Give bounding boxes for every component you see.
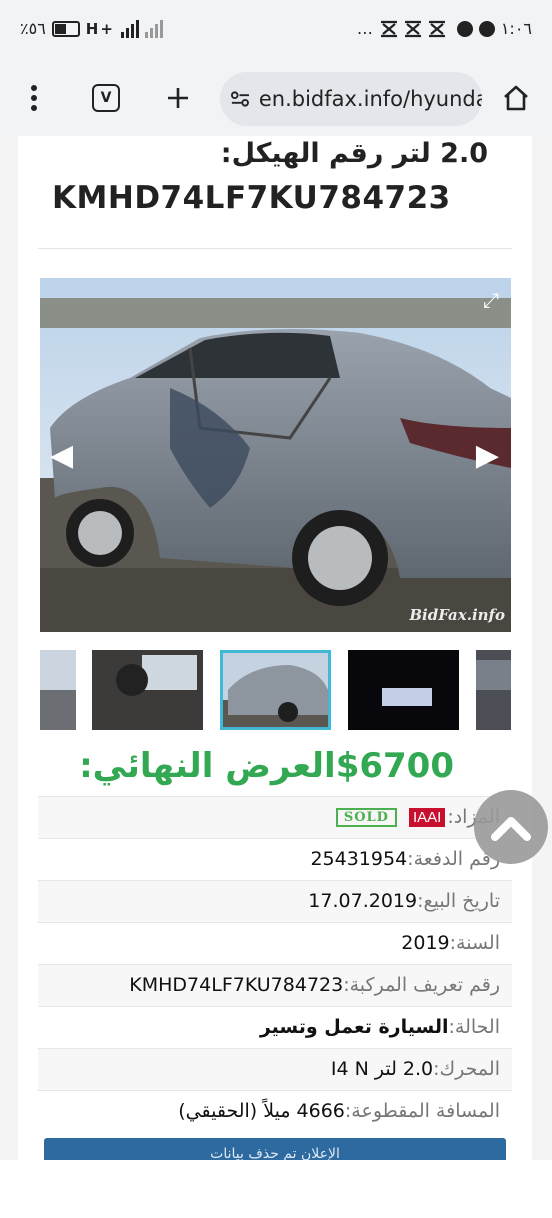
mileage-label: المسافة المقطوعة: xyxy=(344,1100,500,1122)
detail-row-condition: الحالة: السيارة تعمل وتسير xyxy=(38,1006,512,1048)
home-button[interactable] xyxy=(496,78,536,118)
divider xyxy=(38,248,512,249)
detail-row-vin: رقم تعريف المركبة: KMHD74LF7KU784723 xyxy=(38,964,512,1006)
engine-value: 2.0 لتر I4 N xyxy=(330,1058,434,1080)
url-text[interactable]: en.bidfax.info/hyundai xyxy=(259,87,482,111)
listing-card: 2.0 لتر رقم الهيكل: KMHD74LF7KU784723 ⤢ … xyxy=(18,136,532,1160)
prev-photo-arrow-icon[interactable]: ◀ xyxy=(50,438,73,473)
listing-vin-title: KMHD74LF7KU784723 xyxy=(52,180,451,216)
battery-icon xyxy=(51,20,80,37)
new-tab-button[interactable] xyxy=(158,78,198,118)
thumbnail-3[interactable] xyxy=(220,650,331,730)
address-bar[interactable]: en.bidfax.info/hyundai xyxy=(220,72,482,126)
thumbnail-2[interactable] xyxy=(92,650,203,730)
chevron-up-icon xyxy=(491,817,531,841)
messenger-icon xyxy=(478,20,495,37)
page-content: 2.0 لتر رقم الهيكل: KMHD74LF7KU784723 ⤢ … xyxy=(0,136,552,1160)
menu-dots-icon[interactable] xyxy=(14,78,54,118)
thumbnail-4[interactable] xyxy=(348,650,459,730)
detail-row-mileage: المسافة المقطوعة: 4666 ميلاً (الحقيقي) xyxy=(38,1090,512,1132)
final-offer-label: العرض النهائي: xyxy=(79,746,336,786)
vpn-button[interactable]: V xyxy=(86,78,126,118)
app-notification-icon xyxy=(456,20,473,37)
scroll-to-top-button[interactable] xyxy=(474,790,548,864)
lot-value: 25431954 xyxy=(310,848,408,870)
network-type: H+ xyxy=(85,19,115,38)
site-settings-icon[interactable] xyxy=(230,90,251,108)
notification-app-icon xyxy=(380,20,445,37)
clock: ١:٠٦ xyxy=(500,19,532,38)
thumbnail-1[interactable] xyxy=(40,650,76,730)
thumbnail-5[interactable] xyxy=(476,650,511,730)
status-left: ٪٥٦ H+ xyxy=(20,19,163,38)
browser-toolbar: V en.bidfax.info/hyundai xyxy=(0,64,552,136)
detail-row-auction: المزاد: IAAI SOLD xyxy=(38,796,512,838)
vpn-icon: V xyxy=(92,84,120,112)
expand-icon[interactable]: ⤢ xyxy=(483,288,499,312)
main-car-photo[interactable]: ⤢ ◀ ▶ BidFax.info xyxy=(40,278,511,632)
insurance-button[interactable]: الإعلان تم حذف بيانات xyxy=(44,1138,506,1160)
engine-label: المحرك: xyxy=(433,1058,500,1080)
final-offer-value: $6700 xyxy=(335,746,454,786)
listing-title: 2.0 لتر رقم الهيكل: xyxy=(220,138,488,169)
more-notifications-icon: … xyxy=(356,19,373,38)
detail-row-year: السنة: 2019 xyxy=(38,922,512,964)
condition-label: الحالة: xyxy=(448,1016,501,1038)
detail-row-engine: المحرك: 2.0 لتر I4 N xyxy=(38,1048,512,1090)
detail-row-lot: رقم الدفعة: 25431954 xyxy=(38,838,512,880)
mileage-value: 4666 ميلاً (الحقيقي) xyxy=(178,1100,345,1122)
thumbnail-strip xyxy=(40,648,511,732)
home-icon xyxy=(504,85,528,111)
battery-percent: ٪٥٦ xyxy=(20,19,46,38)
year-value: 2019 xyxy=(401,932,450,954)
photo-watermark: BidFax.info xyxy=(409,606,505,624)
next-photo-arrow-icon[interactable]: ▶ xyxy=(476,438,499,473)
condition-value: السيارة تعمل وتسير xyxy=(259,1016,449,1038)
detail-row-sale-date: تاريخ البيع: 17.07.2019 xyxy=(38,880,512,922)
vin-value: KMHD74LF7KU784723 xyxy=(129,974,344,996)
status-right: … ١:٠٦ xyxy=(357,19,532,38)
sale-date-label: تاريخ البيع: xyxy=(417,890,500,912)
details-table: المزاد: IAAI SOLD رقم الدفعة: 25431954 ت… xyxy=(38,796,512,1132)
sale-date-value: 17.07.2019 xyxy=(308,890,418,912)
iaai-badge: IAAI xyxy=(408,807,446,827)
signal-icon xyxy=(120,19,139,38)
plus-icon xyxy=(168,88,188,108)
status-bar: ٪٥٦ H+ … ١:٠٦ xyxy=(0,0,552,64)
vin-label: رقم تعريف المركبة: xyxy=(343,974,500,996)
final-offer: $6700العرض النهائي: xyxy=(79,746,454,786)
sold-badge: SOLD xyxy=(335,807,397,827)
year-label: السنة: xyxy=(449,932,500,954)
car-photo-image xyxy=(40,278,511,632)
bottom-area xyxy=(0,1160,552,1218)
signal-secondary-icon xyxy=(144,19,163,38)
